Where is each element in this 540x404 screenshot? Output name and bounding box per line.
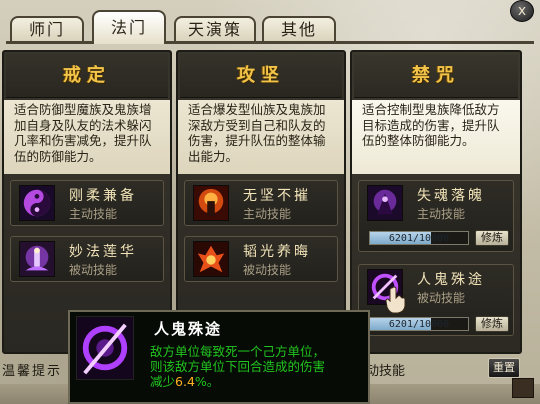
skill-name: 韬光养晦 xyxy=(243,244,311,260)
skill-type: 被动技能 xyxy=(69,263,118,277)
skill-type: 被动技能 xyxy=(417,291,466,305)
column-description: 适合防御型魔族及鬼族增加自身及队友的法术躲闪几率和伤害减免，提升队伍的防御能力。 xyxy=(4,100,170,174)
skill-slot[interactable]: 失魂落魄 主动技能 6201/10000 修炼 xyxy=(358,180,514,252)
skill-type: 主动技能 xyxy=(417,207,466,221)
tab-tianyance[interactable]: 天演策 xyxy=(174,16,256,42)
skill-tooltip: 人鬼殊途 敌方单位每致死一个己方单位， 则该敌方单位下回合造成的伤害 减少6.4… xyxy=(68,310,370,404)
tab-bar-divider xyxy=(6,41,534,44)
skill-slot[interactable]: 人鬼殊途 被动技能 6201/10000 修炼 xyxy=(358,264,514,336)
hint-text: 动技能 xyxy=(366,364,406,379)
skill-name: 刚柔兼备 xyxy=(69,188,137,204)
tab-famen[interactable]: 法门 xyxy=(92,10,166,44)
column-description: 适合控制型鬼族降低敌方目标造成的伤害，提升队伍的整体防御能力。 xyxy=(352,100,520,174)
skill-progress-bar: 6201/10000 xyxy=(369,317,469,331)
tooltip-desc-line: 则该敌方单位下回合造成的伤害 xyxy=(150,359,326,374)
tooltip-desc-line: 减少6.4%。 xyxy=(150,374,366,389)
skill-name: 失魂落魄 xyxy=(417,188,485,204)
skill-type: 主动技能 xyxy=(243,207,292,221)
skill-slot[interactable]: 妙法莲华 被动技能 xyxy=(10,236,164,282)
column-title: 攻坚 xyxy=(237,65,285,86)
skill-type: 主动技能 xyxy=(69,207,118,221)
skill-slot[interactable]: 无坚不摧 主动技能 xyxy=(184,180,338,226)
skill-name: 妙法莲华 xyxy=(69,244,137,260)
yin-yang-icon xyxy=(19,185,55,221)
column-title: 戒定 xyxy=(63,65,111,86)
skill-slot[interactable]: 韬光养晦 被动技能 xyxy=(184,236,338,282)
column-gongjian: 攻坚 适合爆发型仙族及鬼族加深敌方受到自己和队友的伤害，提升队伍的整体输出能力。… xyxy=(176,50,346,354)
tooltip-desc-line: 敌方单位每致死一个己方单位， xyxy=(150,344,326,359)
skill-name: 无坚不摧 xyxy=(243,188,311,204)
fire-warrior-icon xyxy=(193,185,229,221)
skill-progress-bar: 6201/10000 xyxy=(369,231,469,245)
skill-progress-text: 6201/10000 xyxy=(388,319,450,330)
close-button[interactable]: x xyxy=(510,0,534,22)
hand-cursor-icon xyxy=(385,286,406,314)
tooltip-desc-prefix: 减少 xyxy=(150,374,176,389)
flame-burst-icon xyxy=(193,241,229,277)
skill-progress-text: 6201/10000 xyxy=(388,233,450,244)
skill-slot[interactable]: 刚柔兼备 主动技能 xyxy=(10,180,164,226)
dark-spirit-icon xyxy=(367,185,403,221)
lotus-figure-icon xyxy=(19,241,55,277)
column-title: 禁咒 xyxy=(412,65,460,86)
tooltip-highlight-value: 6.4 xyxy=(175,374,195,389)
corner-decoration xyxy=(512,378,534,398)
column-description: 适合爆发型仙族及鬼族加深敌方受到自己和队友的伤害，提升队伍的整体输出能力。 xyxy=(178,100,344,174)
tab-shimen[interactable]: 师门 xyxy=(10,16,84,42)
hint-label: 温馨提示 xyxy=(2,364,63,379)
tooltip-title: 人鬼殊途 xyxy=(154,320,223,338)
purple-blade-icon xyxy=(76,316,134,380)
tab-other[interactable]: 其他 xyxy=(262,16,336,42)
skill-name: 人鬼殊途 xyxy=(417,272,485,288)
train-button[interactable]: 修炼 xyxy=(475,316,509,332)
skill-type: 被动技能 xyxy=(243,263,292,277)
column-jinzhou: 禁咒 适合控制型鬼族降低敌方目标造成的伤害，提升队伍的整体防御能力。 失魂落魄 … xyxy=(350,50,522,354)
reset-button[interactable]: 重置 xyxy=(488,358,520,378)
tooltip-description: 敌方单位每致死一个己方单位， 则该敌方单位下回合造成的伤害 减少6.4%。 xyxy=(150,344,366,389)
tooltip-desc-suffix: %。 xyxy=(194,374,220,389)
column-jieding: 戒定 适合防御型魔族及鬼族增加自身及队友的法术躲闪几率和伤害减免，提升队伍的防御… xyxy=(2,50,172,354)
train-button[interactable]: 修炼 xyxy=(475,230,509,246)
